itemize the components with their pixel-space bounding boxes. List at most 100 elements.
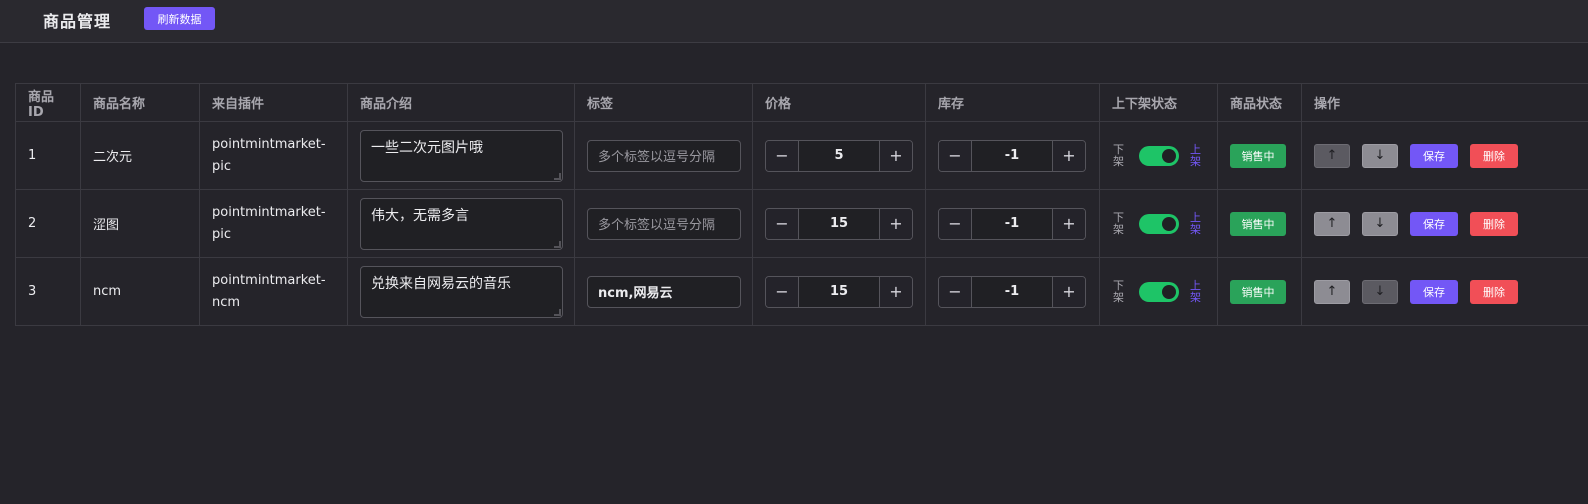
cell-plugin: pointmintmarket-pic bbox=[199, 189, 348, 258]
minus-icon[interactable]: − bbox=[766, 140, 799, 171]
price-value[interactable]: 5 bbox=[799, 141, 879, 171]
status-badge: 销售中 bbox=[1230, 211, 1286, 236]
delete-button[interactable]: 删除 bbox=[1470, 279, 1518, 304]
tags-input[interactable]: 多个标签以逗号分隔 bbox=[587, 207, 741, 240]
toggle-knob bbox=[1162, 216, 1176, 231]
refresh-button[interactable]: 刷新数据 bbox=[144, 7, 215, 30]
cell-stock: − -1 + bbox=[925, 257, 1100, 326]
price-stepper: − 15 + bbox=[765, 207, 913, 240]
shelf-toggle[interactable] bbox=[1139, 145, 1179, 166]
plus-icon[interactable]: + bbox=[1052, 208, 1085, 239]
resize-handle-icon[interactable] bbox=[554, 240, 561, 248]
plus-icon[interactable]: + bbox=[1052, 140, 1085, 171]
shelf-on-label: 上架 bbox=[1190, 278, 1201, 304]
plus-icon[interactable]: + bbox=[879, 276, 912, 307]
resize-handle-icon[interactable] bbox=[554, 172, 561, 180]
cell-product-status: 销售中 bbox=[1217, 189, 1302, 258]
resize-handle-icon[interactable] bbox=[554, 308, 561, 316]
row-actions: ↑ ↓ 保存 删除 bbox=[1314, 279, 1576, 304]
description-textarea[interactable]: 伟大，无需多言 bbox=[360, 197, 563, 250]
move-up-button[interactable]: ↑ bbox=[1314, 279, 1350, 304]
move-down-button[interactable]: ↓ bbox=[1362, 279, 1398, 304]
status-badge: 销售中 bbox=[1230, 143, 1286, 168]
cell-product-status: 销售中 bbox=[1217, 121, 1302, 190]
description-text: 伟大，无需多言 bbox=[371, 207, 469, 224]
cell-price: − 5 + bbox=[752, 121, 926, 190]
stock-value[interactable]: -1 bbox=[972, 141, 1052, 171]
save-button[interactable]: 保存 bbox=[1410, 279, 1458, 304]
shelf-on-label: 上架 bbox=[1190, 210, 1201, 236]
move-down-button[interactable]: ↓ bbox=[1362, 211, 1398, 236]
price-stepper: − 15 + bbox=[765, 275, 913, 308]
delete-button[interactable]: 删除 bbox=[1470, 143, 1518, 168]
col-header-plugin: 来自插件 bbox=[199, 83, 348, 122]
minus-icon[interactable]: − bbox=[939, 208, 972, 239]
arrow-down-icon: ↓ bbox=[1374, 284, 1386, 299]
col-header-description: 商品介绍 bbox=[347, 83, 575, 122]
minus-icon[interactable]: − bbox=[939, 140, 972, 171]
minus-icon[interactable]: − bbox=[766, 208, 799, 239]
cell-plugin: pointmintmarket-ncm bbox=[199, 257, 348, 326]
delete-button[interactable]: 删除 bbox=[1470, 211, 1518, 236]
minus-icon[interactable]: − bbox=[766, 276, 799, 307]
cell-actions: ↑ ↓ 保存 删除 bbox=[1301, 121, 1588, 190]
product-table: 商品ID 商品名称 来自插件 商品介绍 标签 价格 库存 上下架状态 商品状态 … bbox=[15, 83, 1588, 326]
cell-name: ncm bbox=[80, 257, 200, 326]
plus-icon[interactable]: + bbox=[879, 140, 912, 171]
stock-value[interactable]: -1 bbox=[972, 277, 1052, 307]
price-value[interactable]: 15 bbox=[799, 277, 879, 307]
col-header-tags: 标签 bbox=[574, 83, 753, 122]
shelf-toggle[interactable] bbox=[1139, 213, 1179, 234]
col-header-id: 商品ID bbox=[15, 83, 81, 122]
cell-shelf-status: 下架 上架 bbox=[1099, 257, 1218, 326]
row-actions: ↑ ↓ 保存 删除 bbox=[1314, 211, 1576, 236]
minus-icon[interactable]: − bbox=[939, 276, 972, 307]
shelf-on-label: 上架 bbox=[1190, 142, 1201, 168]
description-textarea[interactable]: 兑换来自网易云的音乐 bbox=[360, 265, 563, 318]
cell-id: 2 bbox=[15, 189, 81, 258]
arrow-up-icon: ↑ bbox=[1326, 284, 1338, 299]
cell-description: 一些二次元图片哦 bbox=[347, 121, 575, 190]
page-title: 商品管理 bbox=[43, 12, 112, 31]
cell-shelf-status: 下架 上架 bbox=[1099, 189, 1218, 258]
save-button[interactable]: 保存 bbox=[1410, 143, 1458, 168]
tags-input[interactable]: ncm,网易云 bbox=[587, 275, 741, 308]
col-header-name: 商品名称 bbox=[80, 83, 200, 122]
shelf-switch-group: 下架 上架 bbox=[1112, 210, 1205, 236]
description-textarea[interactable]: 一些二次元图片哦 bbox=[360, 129, 563, 182]
cell-stock: − -1 + bbox=[925, 121, 1100, 190]
stock-stepper: − -1 + bbox=[938, 275, 1086, 308]
cell-product-status: 销售中 bbox=[1217, 257, 1302, 326]
shelf-off-label: 下架 bbox=[1113, 210, 1124, 236]
toggle-knob bbox=[1162, 284, 1176, 299]
stock-value[interactable]: -1 bbox=[972, 209, 1052, 239]
cell-stock: − -1 + bbox=[925, 189, 1100, 258]
product-table-container: 商品ID 商品名称 来自插件 商品介绍 标签 价格 库存 上下架状态 商品状态 … bbox=[15, 83, 1588, 326]
move-down-button[interactable]: ↓ bbox=[1362, 143, 1398, 168]
shelf-switch-group: 下架 上架 bbox=[1112, 142, 1205, 168]
toggle-knob bbox=[1162, 148, 1176, 163]
shelf-toggle[interactable] bbox=[1139, 281, 1179, 302]
shelf-switch-group: 下架 上架 bbox=[1112, 278, 1205, 304]
table-row: 2 涩图 pointmintmarket-pic 伟大，无需多言 多个标签以逗号… bbox=[15, 189, 1588, 258]
cell-name: 二次元 bbox=[80, 121, 200, 190]
cell-tags: 多个标签以逗号分隔 bbox=[574, 121, 753, 190]
save-button[interactable]: 保存 bbox=[1410, 211, 1458, 236]
cell-plugin: pointmintmarket-pic bbox=[199, 121, 348, 190]
cell-actions: ↑ ↓ 保存 删除 bbox=[1301, 189, 1588, 258]
cell-id: 1 bbox=[15, 121, 81, 190]
plus-icon[interactable]: + bbox=[1052, 276, 1085, 307]
status-badge: 销售中 bbox=[1230, 279, 1286, 304]
move-up-button[interactable]: ↑ bbox=[1314, 211, 1350, 236]
cell-description: 兑换来自网易云的音乐 bbox=[347, 257, 575, 326]
table-row: 1 二次元 pointmintmarket-pic 一些二次元图片哦 多个标签以… bbox=[15, 121, 1588, 190]
move-up-button[interactable]: ↑ bbox=[1314, 143, 1350, 168]
col-header-price: 价格 bbox=[752, 83, 926, 122]
cell-price: − 15 + bbox=[752, 257, 926, 326]
description-text: 一些二次元图片哦 bbox=[371, 139, 483, 156]
plus-icon[interactable]: + bbox=[879, 208, 912, 239]
col-header-product-status: 商品状态 bbox=[1217, 83, 1302, 122]
tags-input[interactable]: 多个标签以逗号分隔 bbox=[587, 139, 741, 172]
cell-shelf-status: 下架 上架 bbox=[1099, 121, 1218, 190]
price-value[interactable]: 15 bbox=[799, 209, 879, 239]
